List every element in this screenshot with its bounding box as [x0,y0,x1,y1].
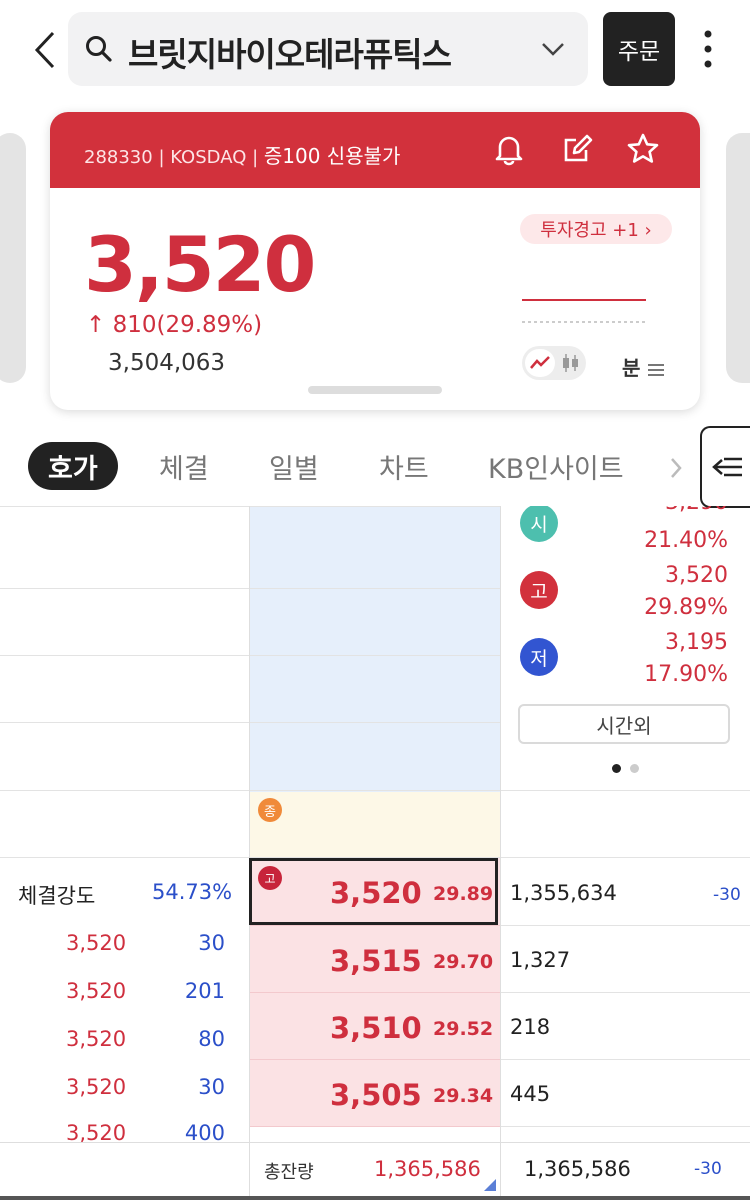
tab-kb-insight[interactable]: KB인사이트 [488,442,624,490]
tick-qty: 400 [184,1121,225,1142]
corner-indicator [484,1179,496,1191]
bid-qty: 1,327 [510,948,571,972]
open-badge-icon: 시 [520,506,558,542]
line-chart-icon [530,356,550,369]
strength-label: 체결강도 [18,884,96,908]
high-badge-icon: 고 [520,571,558,609]
interval-selector[interactable]: 분 [622,352,665,381]
tick-price: 3,520 [66,979,127,1003]
back-icon[interactable] [28,28,62,72]
open-price-row [249,792,500,858]
tick-price: 3,520 [66,1075,127,1099]
close-price-badge: 종 [258,798,282,822]
bid-diff: -30 [713,885,741,905]
menu-lines-icon [648,363,665,376]
page-dot[interactable] [630,764,639,773]
previous-card-peek[interactable] [0,133,26,383]
tick-price: 3,520 [66,1121,127,1142]
strength-value: 54.73% [152,880,233,904]
open-value: 3,290 [665,506,728,515]
tick-qty: 30 [198,1075,225,1099]
ask-price-column [249,506,500,792]
mini-price-chart [522,299,646,323]
tick-qty: 80 [198,1027,225,1051]
more-menu-icon[interactable] [700,28,716,70]
after-hours-button[interactable]: 시간외 [518,704,730,744]
tab-bar: 호가 체결 일별 차트 KB인사이트 [0,426,750,506]
tick-qty: 30 [198,931,225,955]
page-dot-active[interactable] [612,764,621,773]
bid-qty: 218 [510,1015,551,1039]
high-value: 3,520 [665,563,728,588]
collapse-panel-icon [712,457,742,477]
stock-tags: 증100 신용불가 [263,144,401,168]
trade-volume: 3,504,063 [108,350,226,376]
next-card-peek[interactable] [726,133,750,383]
drag-handle[interactable] [308,386,442,394]
price-change: ↑ 810(29.89%) [86,312,263,338]
side-panel-toggle[interactable] [700,426,750,508]
stock-market: KOSDAQ [170,147,247,168]
tab-chart[interactable]: 차트 [379,442,429,490]
star-icon[interactable] [626,132,660,166]
bid-pct: 29.34 [433,1085,494,1107]
low-value: 3,195 [665,630,728,655]
stock-name: 브릿지바이오테라퓨틱스 [128,35,452,74]
tab-trades[interactable]: 체결 [159,442,209,490]
stock-meta: 288330 | KOSDAQ | 증100 신용불가 [84,144,401,168]
open-pct: 21.40% [644,528,728,553]
bid-price[interactable]: 3,505 [330,1078,422,1112]
top-bar: 브릿지바이오테라퓨틱스 주문 [0,0,750,100]
tick-price: 3,520 [66,931,127,955]
total-diff: -30 [694,1159,722,1179]
high-pct: 29.89% [644,595,728,620]
order-book[interactable]: 시 3,290 21.40% 고 3,520 29.89% 저 3,195 17… [0,506,750,1142]
stock-code: 288330 [84,147,153,168]
tab-hoga[interactable]: 호가 [28,442,118,490]
bid-pct: 29.70 [433,951,494,973]
total-remaining-label: 총잔량 [264,1162,314,1183]
order-button[interactable]: 주문 [603,12,675,86]
line-chart-option[interactable] [525,349,555,377]
chevron-right-icon[interactable] [668,456,684,480]
search-icon [86,36,112,62]
bid-pct: 29.52 [433,1018,494,1040]
low-pct: 17.90% [644,662,728,687]
bell-icon[interactable] [492,132,526,166]
bid-price[interactable]: 3,510 [330,1011,422,1045]
card-header: 288330 | KOSDAQ | 증100 신용불가 [50,112,700,188]
bid-price[interactable]: 3,515 [330,944,422,978]
stock-summary-card: 288330 | KOSDAQ | 증100 신용불가 3,520 ↑ 810(… [50,112,700,410]
tick-price: 3,520 [66,1027,127,1051]
current-price: 3,520 [84,220,316,309]
bottom-edge [0,1196,750,1200]
total-ask-remaining: 1,365,586 [374,1157,481,1181]
interval-label: 분 [622,356,641,380]
stock-search-box[interactable]: 브릿지바이오테라퓨틱스 [68,12,588,86]
tab-daily[interactable]: 일별 [269,442,319,490]
bid-qty: 1,355,634 [510,881,617,905]
edit-icon[interactable] [560,132,594,166]
total-bid-remaining: 1,365,586 [524,1157,631,1181]
candle-chart-icon[interactable] [558,352,582,374]
order-book-footer: 총잔량 1,365,586 1,365,586 -30 [0,1142,750,1200]
investment-warning-badge[interactable]: 투자경고 +1 › [520,214,672,244]
low-badge-icon: 저 [520,638,558,676]
chevron-down-icon[interactable] [540,38,566,60]
current-price-highlight [249,858,498,925]
chart-type-toggle[interactable] [522,346,586,380]
tick-qty: 201 [184,979,225,1003]
bid-qty: 445 [510,1082,551,1106]
